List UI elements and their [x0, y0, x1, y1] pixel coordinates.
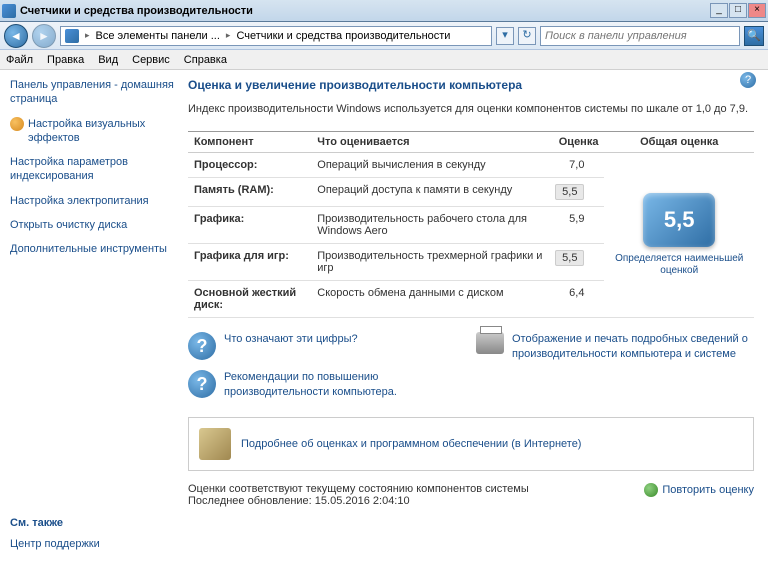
- status-current: Оценки соответствуют текущему состоянию …: [188, 483, 529, 495]
- shield-icon: [10, 117, 24, 131]
- sidebar-indexing-link[interactable]: Настройка параметров индексирования: [10, 155, 176, 184]
- sidebar-power-link[interactable]: Настройка электропитания: [10, 194, 176, 208]
- breadcrumb-segment[interactable]: Счетчики и средства производительности: [236, 30, 450, 42]
- th-base: Общая оценка: [604, 132, 754, 153]
- th-what: Что оценивается: [311, 132, 549, 153]
- address-bar[interactable]: ▸ Все элементы панели ... ▸ Счетчики и с…: [60, 26, 492, 46]
- cell-what: Скорость обмена данными с диском: [311, 281, 549, 318]
- status-updated: Последнее обновление: 15.05.2016 2:04:10: [188, 495, 529, 507]
- cell-score: 5,5: [549, 178, 604, 207]
- location-icon: [65, 29, 79, 43]
- minimize-button[interactable]: _: [710, 3, 728, 18]
- status-text: Оценки соответствуют текущему состоянию …: [188, 483, 529, 507]
- content: Панель управления - домашняя страница На…: [0, 70, 768, 575]
- window-icon: [2, 4, 16, 18]
- sidebar-cleanup-link[interactable]: Открыть очистку диска: [10, 218, 176, 232]
- cell-what: Производительность рабочего стола для Wi…: [311, 207, 549, 244]
- base-score-cell: 5,5 Определяется наименьшей оценкой: [604, 153, 754, 318]
- cell-what: Производительность трехмерной графики и …: [311, 244, 549, 281]
- sidebar: Панель управления - домашняя страница На…: [0, 70, 184, 575]
- refresh-button[interactable]: ↻: [518, 27, 536, 45]
- main-panel: ? Оценка и увеличение производительности…: [184, 70, 768, 575]
- cell-score: 5,9: [549, 207, 604, 244]
- table-row: Процессор: Операций вычисления в секунду…: [188, 153, 754, 178]
- menu-view[interactable]: Вид: [98, 54, 118, 66]
- close-button[interactable]: ×: [748, 3, 766, 18]
- base-score-badge: 5,5: [643, 193, 715, 247]
- search-button[interactable]: 🔍: [744, 26, 764, 46]
- cell-component: Процессор:: [188, 153, 311, 178]
- cell-score: 5,5: [549, 244, 604, 281]
- titlebar: Счетчики и средства производительности _…: [0, 0, 768, 22]
- cell-what: Операций доступа к памяти в секунду: [311, 178, 549, 207]
- question-icon: ?: [188, 332, 216, 360]
- sidebar-item-label: Настройка визуальных эффектов: [28, 117, 176, 146]
- sidebar-tools-link[interactable]: Дополнительные инструменты: [10, 242, 176, 256]
- base-score-label: Определяется наименьшей оценкой: [610, 253, 748, 277]
- refresh-icon: [644, 483, 658, 497]
- back-button[interactable]: ◄: [4, 24, 28, 48]
- link-print-details[interactable]: Отображение и печать подробных сведений …: [476, 332, 754, 361]
- menu-file[interactable]: Файл: [6, 54, 33, 66]
- menu-service[interactable]: Сервис: [132, 54, 170, 66]
- rerun-link[interactable]: Повторить оценку: [644, 483, 754, 497]
- forward-button[interactable]: ►: [32, 24, 56, 48]
- info-links-row: ? Что означают эти цифры? ? Рекомендации…: [188, 332, 754, 409]
- search-box: [540, 26, 740, 46]
- navbar: ◄ ► ▸ Все элементы панели ... ▸ Счетчики…: [0, 22, 768, 50]
- page-heading: Оценка и увеличение производительности к…: [188, 78, 754, 92]
- chevron-icon: ▸: [226, 30, 231, 41]
- cell-component: Графика:: [188, 207, 311, 244]
- page-description: Индекс производительности Windows исполь…: [188, 102, 754, 117]
- sidebar-visual-link[interactable]: Настройка визуальных эффектов: [10, 117, 176, 146]
- th-component: Компонент: [188, 132, 311, 153]
- chevron-icon: ▸: [85, 30, 90, 41]
- cell-what: Операций вычисления в секунду: [311, 153, 549, 178]
- link-label: Рекомендации по повышению производительн…: [224, 370, 466, 399]
- link-label: Что означают эти цифры?: [224, 332, 358, 360]
- cell-score: 7,0: [549, 153, 604, 178]
- performance-table: Компонент Что оценивается Оценка Общая о…: [188, 131, 754, 318]
- search-input[interactable]: [545, 30, 735, 42]
- info-links-right: Отображение и печать подробных сведений …: [476, 332, 754, 409]
- printer-icon: [476, 332, 504, 354]
- th-score: Оценка: [549, 132, 604, 153]
- status-line: Оценки соответствуют текущему состоянию …: [188, 483, 754, 507]
- cell-component: Память (RAM):: [188, 178, 311, 207]
- breadcrumb-segment[interactable]: Все элементы панели ...: [96, 30, 220, 42]
- info-links-left: ? Что означают эти цифры? ? Рекомендации…: [188, 332, 466, 409]
- rerun-label: Повторить оценку: [662, 484, 754, 496]
- sidebar-home-link[interactable]: Панель управления - домашняя страница: [10, 78, 176, 107]
- help-icon[interactable]: ?: [740, 72, 756, 88]
- link-what-numbers[interactable]: ? Что означают эти цифры?: [188, 332, 466, 360]
- question-icon: ?: [188, 370, 216, 398]
- cell-score: 6,4: [549, 281, 604, 318]
- learn-more-box: Подробнее об оценках и программном обесп…: [188, 417, 754, 471]
- software-icon: [199, 428, 231, 460]
- link-label: Отображение и печать подробных сведений …: [512, 332, 754, 361]
- window-controls: _ □ ×: [710, 3, 766, 18]
- sidebar-seealso: См. также Центр поддержки: [10, 517, 176, 551]
- window-title: Счетчики и средства производительности: [20, 5, 710, 17]
- menu-edit[interactable]: Правка: [47, 54, 84, 66]
- menu-help[interactable]: Справка: [184, 54, 227, 66]
- seealso-heading: См. также: [10, 517, 176, 529]
- link-recommendations[interactable]: ? Рекомендации по повышению производител…: [188, 370, 466, 399]
- maximize-button[interactable]: □: [729, 3, 747, 18]
- dropdown-button[interactable]: ▾: [496, 27, 514, 45]
- link-learn-more[interactable]: Подробнее об оценках и программном обесп…: [241, 438, 581, 450]
- sidebar-support-link[interactable]: Центр поддержки: [10, 537, 176, 551]
- menubar: Файл Правка Вид Сервис Справка: [0, 50, 768, 70]
- cell-component: Основной жесткий диск:: [188, 281, 311, 318]
- cell-component: Графика для игр:: [188, 244, 311, 281]
